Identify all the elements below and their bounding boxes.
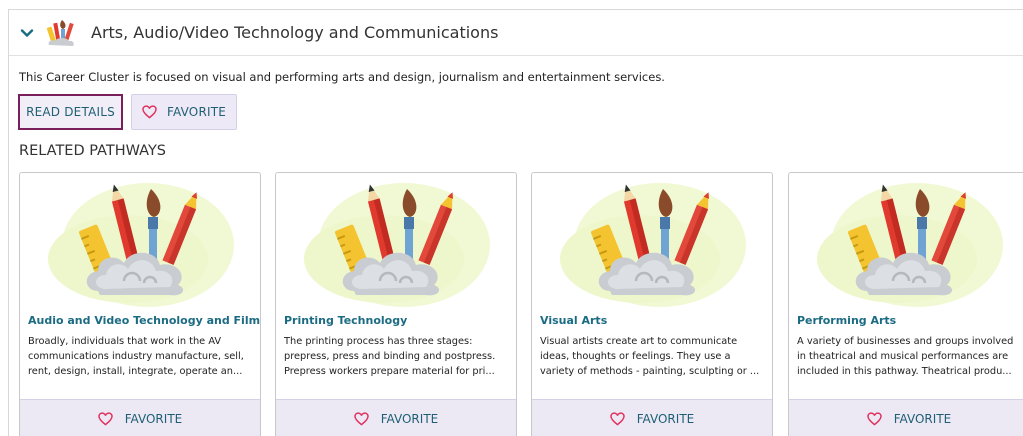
pathway-description: Broadly, individuals that work in the AV…: [28, 334, 258, 380]
art-supplies-illustration: [532, 173, 772, 313]
favorite-button[interactable]: FAVORITE: [131, 94, 237, 130]
heart-icon: [354, 412, 369, 426]
read-details-label: READ DETAILS: [26, 105, 115, 119]
heart-icon: [98, 412, 113, 426]
pathway-favorite-label: FAVORITE: [124, 411, 183, 426]
pathway-title[interactable]: Performing Arts: [797, 314, 896, 327]
pathway-favorite-button[interactable]: FAVORITE: [20, 399, 260, 436]
pathway-description-line: Visual artists create art to communicate: [540, 336, 738, 347]
cluster-title: Arts, Audio/Video Technology and Communi…: [91, 23, 499, 42]
cluster-description: This Career Cluster is focused on visual…: [19, 70, 665, 84]
favorite-label: FAVORITE: [166, 105, 227, 119]
pathway-favorite-button[interactable]: FAVORITE: [276, 399, 516, 436]
pathway-card[interactable]: Visual Arts Visual artists create art to…: [531, 172, 773, 436]
pathway-card[interactable]: Performing Arts A variety of businesses …: [788, 172, 1023, 436]
read-details-button[interactable]: READ DETAILS: [18, 94, 123, 130]
pathway-favorite-label: FAVORITE: [636, 411, 695, 426]
pathway-title[interactable]: Visual Arts: [540, 314, 607, 327]
pathway-favorite-button[interactable]: FAVORITE: [789, 399, 1023, 436]
heart-icon: [610, 412, 625, 426]
art-supplies-illustration: [276, 173, 516, 313]
pathway-description-line: rent, design, install, integrate, operat…: [28, 366, 243, 377]
pathway-favorite-label: FAVORITE: [893, 411, 952, 426]
pathway-description-line: communications industry manufacture, sel…: [28, 351, 244, 362]
art-supplies-illustration: [20, 173, 260, 313]
pathway-description-line: variety of methods - painting, sculpting…: [540, 366, 760, 377]
pathway-favorite-button[interactable]: FAVORITE: [532, 399, 772, 436]
pathway-title[interactable]: Audio and Video Technology and Film: [28, 314, 260, 327]
pathway-favorite-label: FAVORITE: [380, 411, 439, 426]
heart-icon: [142, 105, 157, 119]
art-supplies-illustration: [789, 173, 1023, 313]
art-supplies-icon: [46, 20, 74, 46]
pathway-description-line: A variety of businesses and groups invol…: [797, 336, 1014, 347]
pathway-description: The printing process has three stages: p…: [284, 334, 514, 380]
pathway-title[interactable]: Printing Technology: [284, 314, 407, 327]
pathway-card[interactable]: Audio and Video Technology and Film Broa…: [19, 172, 261, 436]
pathway-description-line: Prepress workers prepare material for pr…: [284, 366, 495, 377]
cluster-panel: Arts, Audio/Video Technology and Communi…: [8, 9, 1023, 436]
pathway-card[interactable]: Printing Technology The printing process…: [275, 172, 517, 436]
heart-icon: [867, 412, 882, 426]
pathway-description: Visual artists create art to communicate…: [540, 334, 770, 380]
pathway-description-line: The printing process has three stages:: [284, 336, 473, 347]
cluster-header[interactable]: Arts, Audio/Video Technology and Communi…: [9, 10, 1023, 56]
pathway-description-line: in theatrical and musical performances a…: [797, 351, 1009, 362]
pathway-description-line: included in this pathway. Theatrical pro…: [797, 366, 1012, 377]
pathway-description-line: ideas, thoughts or feelings. They use a: [540, 351, 731, 362]
pathway-description: A variety of businesses and groups invol…: [797, 334, 1023, 380]
chevron-down-icon[interactable]: [20, 26, 34, 40]
pathway-description-line: Broadly, individuals that work in the AV: [28, 336, 222, 347]
related-pathways-heading: RELATED PATHWAYS: [19, 143, 167, 159]
pathway-description-line: prepress, press and binding and postpres…: [284, 351, 496, 362]
